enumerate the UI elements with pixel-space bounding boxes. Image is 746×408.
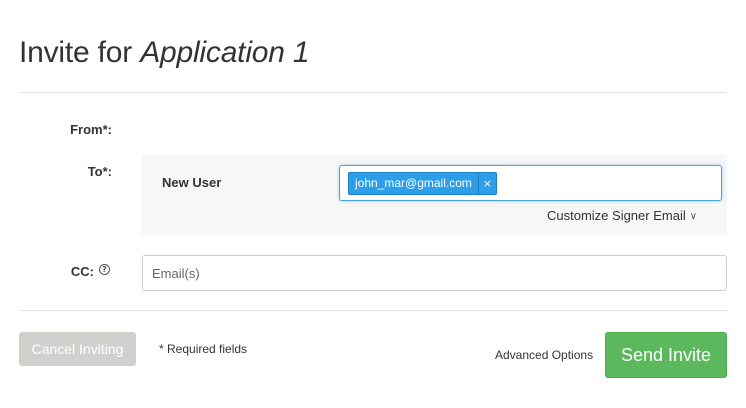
required-fields-note: * Required fields [159,342,248,356]
to-email-input[interactable]: john_mar@gmail.com × [339,165,722,201]
send-invite-button[interactable]: Send Invite [605,332,727,378]
signer-name: New User [162,175,222,190]
header-divider [19,92,727,93]
cancel-inviting-button[interactable]: Cancel Inviting [19,332,136,366]
customize-signer-email-link[interactable]: Customize Signer Email ∨ [547,208,697,223]
email-chip-text: john_mar@gmail.com [355,176,472,190]
from-label: From*: [70,122,112,137]
to-label: To*: [87,164,112,179]
page-title: Invite for Application 1 [19,36,310,70]
cc-email-input[interactable] [142,255,727,291]
chevron-down-icon: ∨ [689,211,698,222]
cc-label: CC: [70,264,94,279]
customize-signer-email-label: Customize Signer Email [547,208,686,223]
help-icon[interactable]: ? [99,264,110,275]
footer-divider [19,310,727,311]
application-name: Application 1 [140,36,310,69]
advanced-options-link[interactable]: Advanced Options [495,348,593,362]
chip-remove-icon[interactable]: × [477,173,496,194]
email-chip: john_mar@gmail.com × [348,172,497,195]
title-prefix: Invite for [19,36,141,69]
signer-panel: New User john_mar@gmail.com × Customize … [142,155,727,235]
